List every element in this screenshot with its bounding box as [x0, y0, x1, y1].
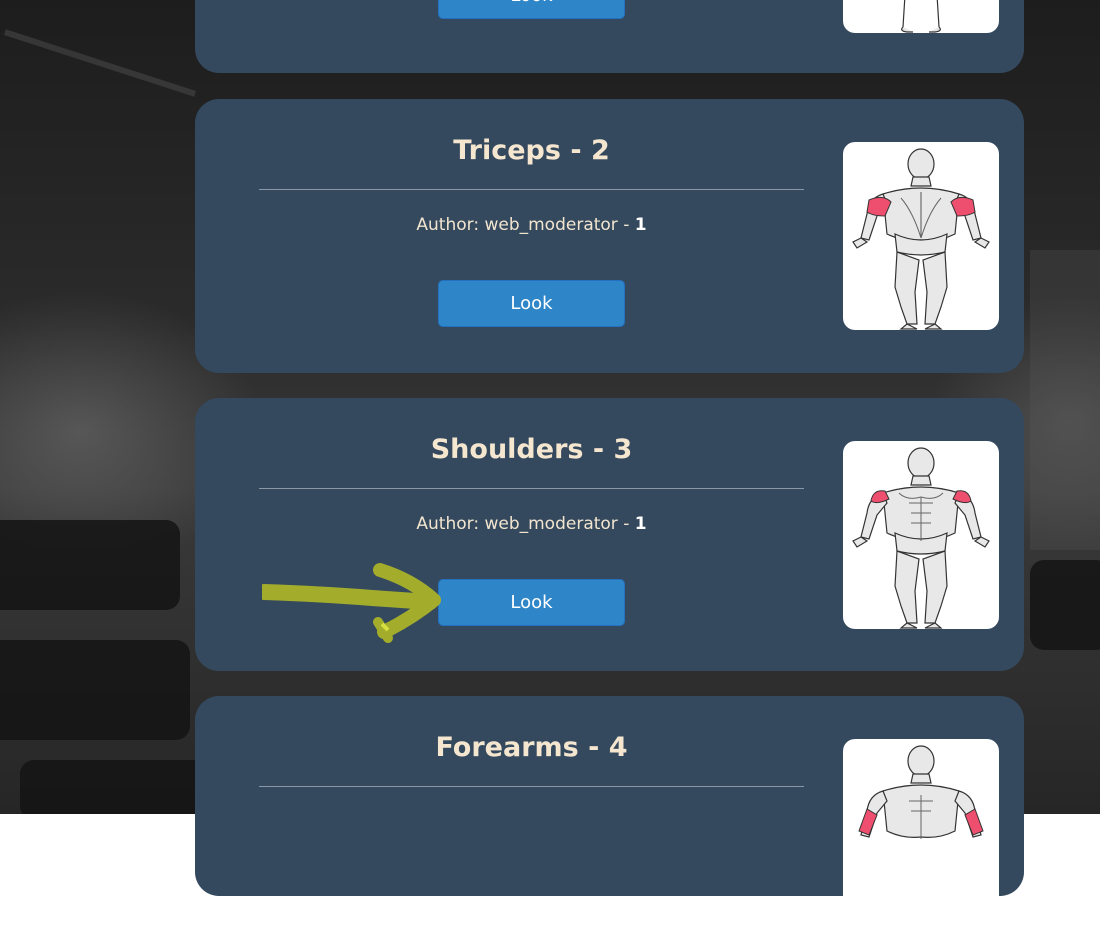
exercise-card-triceps: Triceps - 2 Author: web_moderator - 1 Lo… [195, 99, 1024, 373]
muscle-diagram-image [843, 142, 999, 330]
divider [259, 189, 804, 190]
muscle-diagram-image [843, 441, 999, 629]
exercise-card: Look [195, 0, 1024, 73]
look-button[interactable]: Look [438, 579, 625, 626]
divider [259, 488, 804, 489]
look-button[interactable]: Look [438, 280, 625, 327]
arrow-annotation-icon [256, 560, 447, 649]
card-title: Shoulders - 3 [430, 434, 633, 465]
exercise-card-forearms: Forearms - 4 [195, 696, 1024, 927]
author-line: Author: web_moderator - 1 [416, 514, 647, 534]
author-line: Author: web_moderator - 1 [416, 215, 647, 235]
divider [259, 786, 804, 787]
muscle-diagram-image [843, 739, 999, 927]
card-title: Forearms - 4 [435, 732, 628, 763]
look-button[interactable]: Look [438, 0, 625, 19]
muscle-diagram-image [843, 0, 999, 33]
card-title: Triceps - 2 [453, 135, 610, 166]
